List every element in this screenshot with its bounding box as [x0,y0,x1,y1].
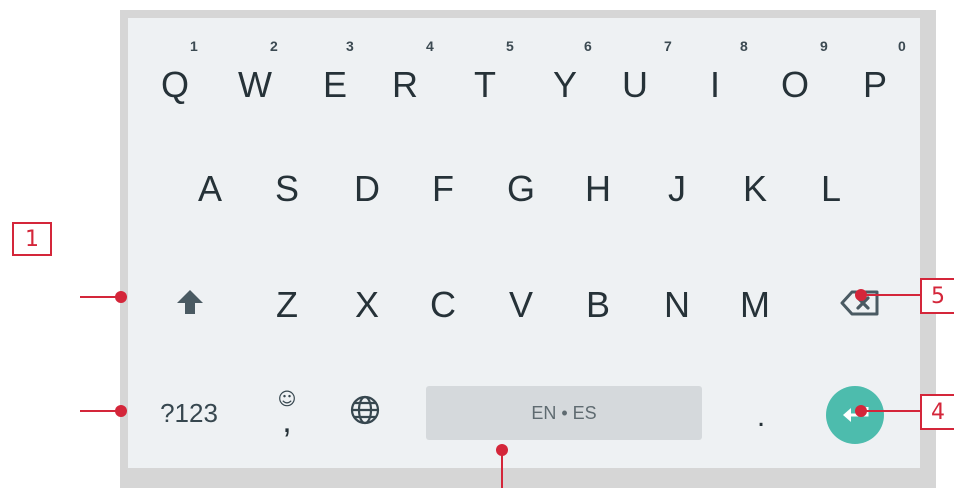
key-t[interactable]: T [460,60,510,110]
key-label: Y [552,64,577,105]
key-label: L [820,168,842,209]
key-h[interactable]: H [573,164,623,214]
period-label: . [756,400,766,433]
annotation-dot-symbols [115,405,127,417]
key-n[interactable]: N [652,280,702,330]
key-e[interactable]: E [310,60,360,110]
period-key[interactable]: . [736,392,786,442]
key-r[interactable]: R [380,60,430,110]
key-label: V [508,284,533,325]
key-hint: 6 [584,38,592,54]
key-c[interactable]: C [418,280,468,330]
key-label: I [709,64,720,105]
key-label: T [474,64,496,105]
key-z[interactable]: Z [262,280,312,330]
annotation-label-5: 5 [920,278,954,314]
space-bar[interactable]: EN • ES [426,386,702,440]
key-label: B [585,284,610,325]
key-m[interactable]: M [730,280,780,330]
key-hint: 0 [898,38,906,54]
key-label: X [354,284,379,325]
key-label: Q [160,64,189,105]
annotation-number: 1 [25,226,39,252]
annotation-number: 4 [931,399,945,425]
key-p[interactable]: P [850,60,900,110]
key-l[interactable]: L [806,164,856,214]
key-label: Z [276,284,298,325]
comma-label: , [282,402,292,440]
key-label: E [322,64,347,105]
key-y[interactable]: Y [540,60,590,110]
key-label: N [664,284,690,325]
key-label: G [506,168,535,209]
key-hint: 5 [506,38,514,54]
shift-key[interactable] [160,280,220,330]
key-q[interactable]: Q [150,60,200,110]
key-hint: 8 [740,38,748,54]
key-hint: 2 [270,38,278,54]
key-hint: 9 [820,38,828,54]
key-d[interactable]: D [342,164,392,214]
symbols-key-label: ?123 [160,398,218,428]
key-a[interactable]: A [185,164,235,214]
key-label: S [274,168,299,209]
space-bar-label: EN • ES [531,402,597,423]
backspace-key[interactable] [830,280,890,330]
key-label: D [354,168,380,209]
key-b[interactable]: B [573,280,623,330]
key-hint: 4 [426,38,434,54]
comma-key[interactable]: ☺ , [262,382,312,442]
annotation-line-space [501,452,503,488]
key-hint: 3 [346,38,354,54]
annotation-line-enter [862,410,920,412]
key-label: A [197,168,222,209]
annotation-number: 5 [931,283,945,309]
language-key[interactable] [340,388,390,438]
key-label: K [742,168,767,209]
key-hint: 7 [664,38,672,54]
key-label: J [668,168,686,209]
key-v[interactable]: V [496,280,546,330]
key-u[interactable]: U [610,60,660,110]
annotation-line-symbols [80,410,120,412]
key-s[interactable]: S [262,164,312,214]
shift-arrow-icon [175,287,205,323]
key-o[interactable]: O [770,60,820,110]
key-g[interactable]: G [496,164,546,214]
key-label: P [862,64,887,105]
annotation-label-1: 1 [12,222,52,256]
symbols-key[interactable]: ?123 [148,388,230,438]
key-k[interactable]: K [730,164,780,214]
annotation-line-backspace [862,294,920,296]
key-label: U [622,64,648,105]
key-hint: 1 [190,38,198,54]
key-j[interactable]: J [652,164,702,214]
annotation-line-shift [80,296,120,298]
key-f[interactable]: F [418,164,468,214]
annotation-dot-shift [115,291,127,303]
key-label: C [430,284,456,325]
key-label: F [432,168,454,209]
globe-icon [349,394,381,432]
key-i[interactable]: I [690,60,740,110]
key-w[interactable]: W [230,60,280,110]
key-label: R [392,64,418,105]
annotation-label-4: 4 [920,394,954,430]
enter-button[interactable] [826,386,884,444]
key-label: O [780,64,809,105]
key-label: H [585,168,611,209]
key-x[interactable]: X [342,280,392,330]
key-label: M [740,284,770,325]
key-label: W [238,64,272,105]
